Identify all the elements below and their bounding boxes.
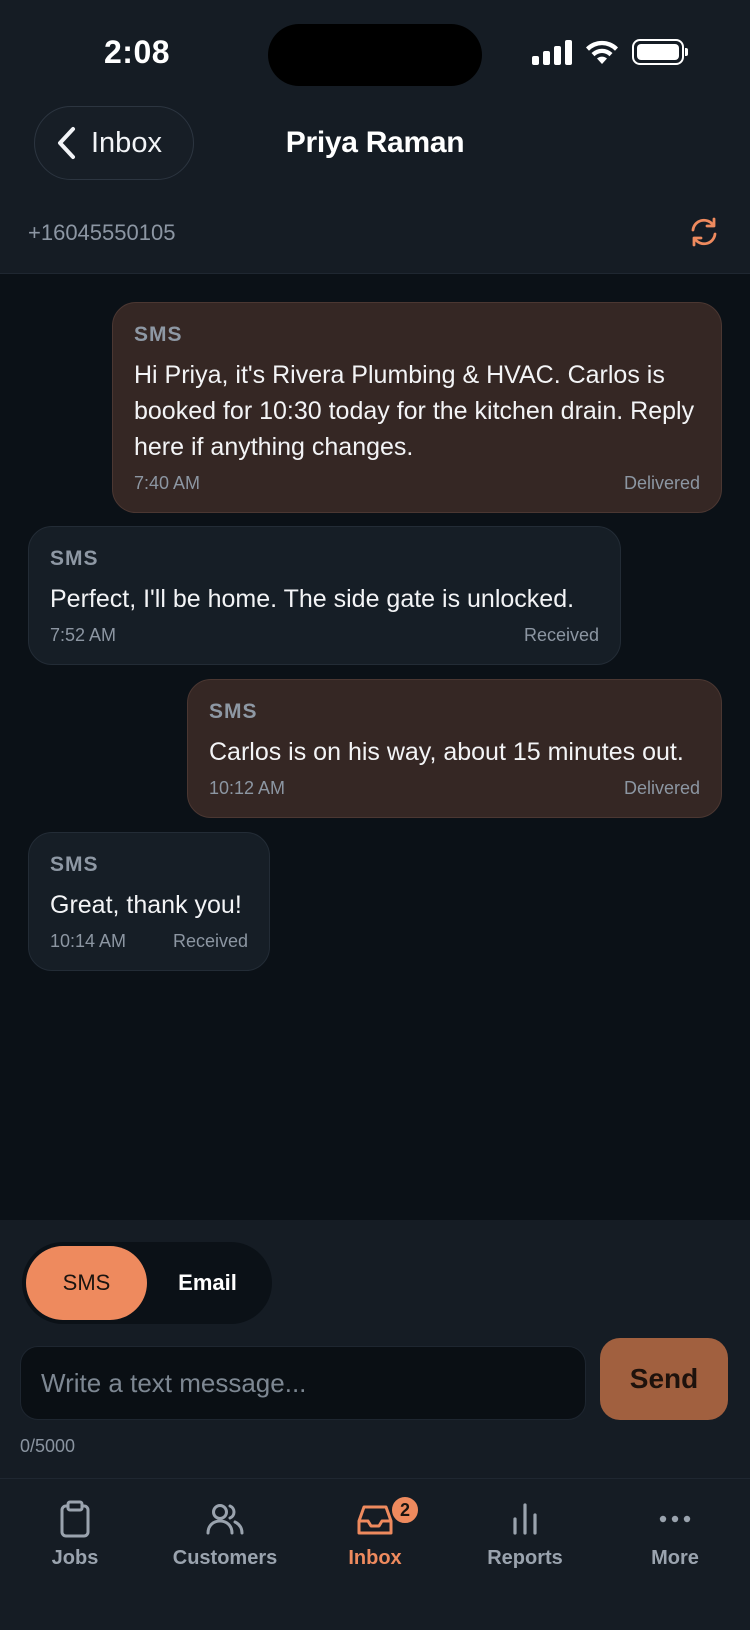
- tab-reports[interactable]: Reports: [450, 1499, 600, 1609]
- character-counter: 0/5000: [20, 1436, 76, 1456]
- bar-chart-icon: [513, 1503, 537, 1535]
- contact-phone: +16045550105: [28, 220, 176, 245]
- tab-label: Inbox: [348, 1547, 402, 1569]
- tab-label: Customers: [172, 1547, 278, 1569]
- message-time: 10:14 AM: [50, 931, 127, 951]
- status-time: 2:08: [104, 34, 171, 70]
- message-time: 7:40 AM: [134, 473, 201, 493]
- tab-customers[interactable]: Customers: [150, 1499, 300, 1609]
- tab-jobs[interactable]: Jobs: [0, 1499, 150, 1609]
- message-status: Delivered: [623, 473, 700, 493]
- refresh-icon[interactable]: [688, 216, 720, 248]
- dynamic-island: [268, 24, 482, 86]
- tab-label: Jobs: [51, 1547, 99, 1569]
- channel-option-sms[interactable]: SMS: [26, 1246, 147, 1320]
- tab-inbox[interactable]: 2 Inbox: [300, 1495, 450, 1609]
- send-button[interactable]: Send: [600, 1338, 728, 1420]
- tab-more[interactable]: More: [600, 1499, 750, 1609]
- clipboard-icon: [60, 1500, 90, 1538]
- message-thread: SMS Hi Priya, it's Rivera Plumbing & HVA…: [0, 274, 750, 1220]
- message-status: Received: [172, 931, 248, 951]
- message-text: Hi Priya, it's Rivera Plumbing & HVAC. C…: [134, 361, 695, 461]
- cellular-signal-icon: [532, 39, 572, 65]
- message-time: 7:52 AM: [50, 625, 117, 645]
- inbox-icon: [357, 1505, 393, 1535]
- message-input-container: [20, 1346, 586, 1420]
- inbox-badge: 2: [390, 1495, 420, 1525]
- bottom-tab-bar: Jobs Customers 2 Inbox Reports More: [0, 1478, 750, 1630]
- status-bar: 2:08: [0, 0, 750, 100]
- battery-icon: [632, 39, 688, 65]
- message-channel: SMS: [50, 547, 99, 570]
- message-channel: SMS: [134, 323, 183, 346]
- more-icon: [659, 1515, 691, 1523]
- message-bubble-outgoing[interactable]: SMS Carlos is on his way, about 15 minut…: [187, 679, 722, 818]
- message-bubble-outgoing[interactable]: SMS Hi Priya, it's Rivera Plumbing & HVA…: [112, 302, 722, 513]
- tab-label: More: [651, 1547, 699, 1569]
- message-channel: SMS: [209, 700, 258, 723]
- message-text: Perfect, I'll be home. The side gate is …: [50, 585, 575, 613]
- tab-label: Reports: [487, 1547, 563, 1569]
- users-icon: [206, 1504, 244, 1535]
- message-bubble-incoming[interactable]: SMS Great, thank you! 10:14 AM Received: [28, 832, 270, 971]
- conversation-header: Inbox Priya Raman +16045550105: [0, 100, 750, 274]
- message-status: Delivered: [623, 778, 700, 798]
- message-status: Received: [523, 625, 599, 645]
- channel-toggle: SMS Email: [22, 1242, 272, 1324]
- message-text: Carlos is on his way, about 15 minutes o…: [209, 738, 684, 766]
- message-time: 10:12 AM: [209, 778, 286, 798]
- page-title: Priya Raman: [285, 126, 465, 159]
- message-bubble-incoming[interactable]: SMS Perfect, I'll be home. The side gate…: [28, 526, 621, 665]
- status-icons: [532, 38, 688, 66]
- message-text: Great, thank you!: [50, 891, 242, 919]
- message-composer: SMS Email Send 0/5000: [0, 1220, 750, 1478]
- message-input[interactable]: [41, 1367, 565, 1399]
- channel-option-email[interactable]: Email: [147, 1246, 268, 1320]
- message-channel: SMS: [50, 853, 99, 876]
- wifi-icon: [586, 40, 618, 64]
